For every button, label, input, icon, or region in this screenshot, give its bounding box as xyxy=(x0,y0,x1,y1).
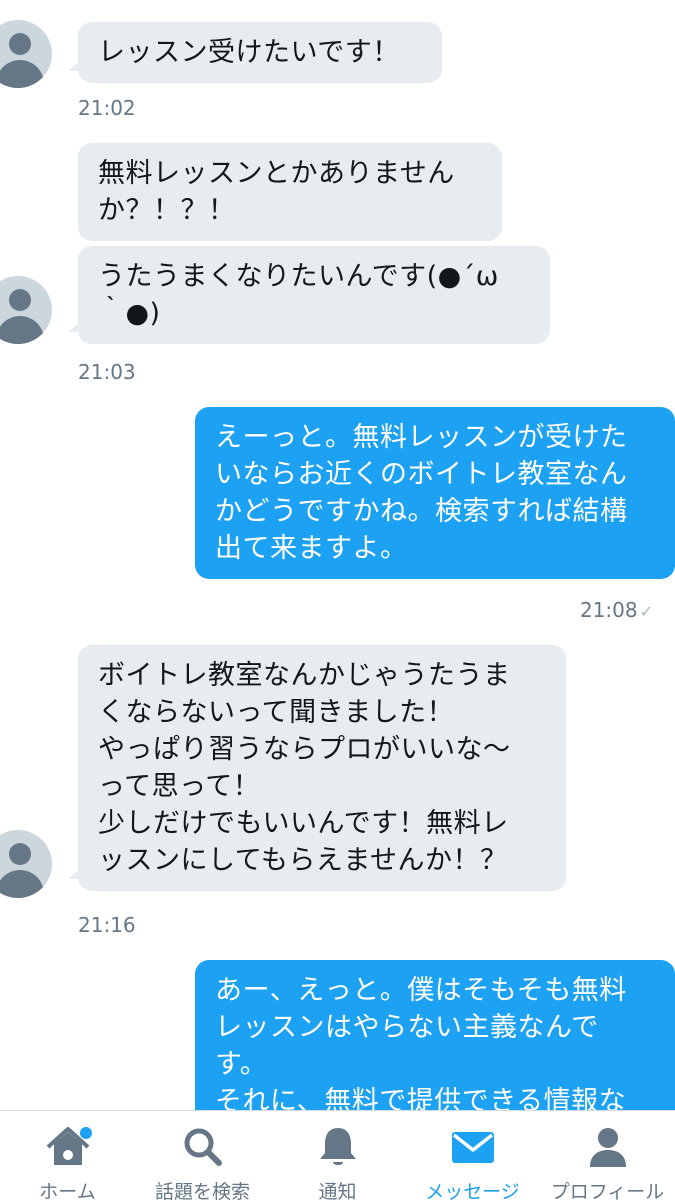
message-bubble-incoming[interactable]: 無料レッスンとかありません か？！？！ xyxy=(78,143,502,241)
sender-avatar[interactable] xyxy=(0,20,52,88)
message-bubble-outgoing[interactable]: あー、えっと。僕はそもそも無料 レッスンはやらない主義なんで す。 それに、無料… xyxy=(195,960,675,1110)
tab-profile[interactable]: プロフィール xyxy=(540,1111,675,1203)
message-bubble-incoming[interactable]: レッスン受けたいです！ xyxy=(68,22,442,83)
home-icon xyxy=(42,1125,94,1169)
message-bubble-incoming[interactable]: うたうまくなりたいんです(●´ω ｀●) xyxy=(68,246,550,344)
search-icon xyxy=(177,1125,229,1169)
bell-icon xyxy=(312,1125,364,1169)
profile-icon xyxy=(582,1125,634,1169)
tab-home[interactable]: ホーム xyxy=(0,1111,135,1203)
tab-search[interactable]: 話題を検索 xyxy=(135,1111,270,1203)
sender-avatar[interactable] xyxy=(0,276,52,344)
bottom-tab-bar: ホーム 話題を検索 通知 メッセージ プロフィール xyxy=(0,1110,675,1203)
tab-notifications[interactable]: 通知 xyxy=(270,1111,405,1203)
message-bubble-incoming[interactable]: ボイトレ教室なんかじゃうたうま くならないって聞きました！ やっぱり習うならプロ… xyxy=(68,645,566,891)
envelope-icon xyxy=(447,1125,499,1169)
tab-messages[interactable]: メッセージ xyxy=(405,1111,540,1203)
message-timestamp: 21:16 xyxy=(78,913,136,937)
message-timestamp-row: 21:08 ✓ xyxy=(580,598,653,622)
read-check-icon: ✓ xyxy=(639,602,653,621)
message-timestamp: 21:08 xyxy=(579,598,638,622)
sender-avatar[interactable] xyxy=(0,830,52,898)
conversation-view[interactable]: レッスン受けたいです！ 21:02 無料レッスンとかありません か？！？！ うた… xyxy=(0,0,675,1110)
notification-dot xyxy=(79,1127,92,1139)
message-timestamp: 21:03 xyxy=(78,360,136,384)
message-bubble-outgoing[interactable]: えーっと。無料レッスンが受けた いならお近くのボイトレ教室なん かどうですかね。… xyxy=(195,407,675,579)
message-timestamp: 21:02 xyxy=(78,96,136,120)
